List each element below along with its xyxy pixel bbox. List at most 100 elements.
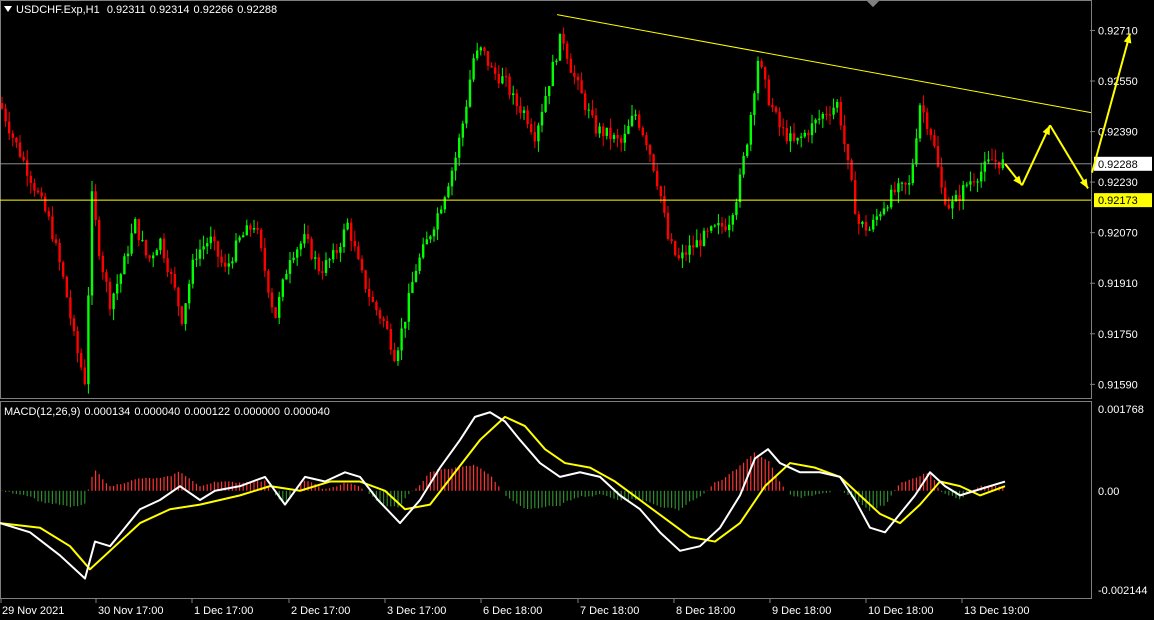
candle-bull	[861, 221, 864, 225]
candle-bull	[90, 191, 94, 296]
chart-canvas[interactable]: 0.927100.925500.923900.922300.920700.919…	[0, 0, 1154, 620]
candle-bull	[623, 133, 626, 143]
candle-bull	[242, 235, 245, 238]
candle-bull	[227, 263, 230, 267]
candle-bull	[695, 240, 698, 248]
candle-bull	[400, 328, 403, 351]
candle-bear	[573, 72, 576, 77]
candle-bear	[648, 145, 652, 155]
time-axis-label-10: 13 Dec 19:00	[964, 605, 1029, 617]
candle-bear	[317, 257, 320, 272]
candle-bull	[544, 95, 547, 112]
candle-bear	[508, 76, 511, 96]
candle-bear	[350, 222, 353, 241]
candle-bear	[353, 240, 356, 247]
candle-bull	[803, 132, 806, 137]
candle-bull	[728, 224, 731, 231]
candle-bull	[522, 110, 526, 113]
time-axis-label-8: 9 Dec 18:00	[772, 605, 831, 617]
candle-bull	[612, 135, 616, 139]
candle-bear	[256, 228, 259, 230]
trend-line[interactable]	[556, 14, 1092, 114]
candle-bear	[846, 143, 850, 161]
candle-bear	[490, 65, 493, 68]
candle-bull	[231, 261, 234, 264]
candle-bull	[627, 125, 630, 134]
candle-bull	[288, 260, 292, 274]
candle-bear	[18, 142, 22, 157]
candle-bull	[422, 244, 425, 258]
candle-bull	[681, 252, 684, 259]
time-axis-label-5: 6 Dec 18:00	[483, 605, 542, 617]
candle-bear	[144, 240, 148, 256]
candle-bear	[108, 281, 112, 310]
candle-bear	[389, 328, 392, 350]
candle-bear	[371, 297, 374, 302]
candle-bull	[717, 222, 720, 226]
candle-bull	[605, 127, 608, 136]
candle-bull	[407, 292, 410, 322]
ohlc-low: 0.92266	[193, 4, 234, 16]
candle-bear	[58, 243, 61, 263]
candle-bear	[80, 353, 83, 368]
candle-bull	[501, 76, 504, 84]
candle-bull	[339, 247, 342, 253]
macd-signal-line	[0, 415, 1006, 571]
candle-bull	[299, 243, 302, 250]
candle-bear	[576, 76, 580, 81]
price-axis-label-5: 0.91910	[1098, 278, 1138, 290]
candle-bull	[87, 295, 90, 385]
candle-bull	[152, 255, 155, 259]
candle-bull	[461, 123, 464, 138]
level-price-label: 0.92173	[1098, 195, 1138, 207]
candle-bull	[749, 114, 752, 145]
ohlc-high: 0.92314	[149, 4, 190, 16]
candle-bear	[933, 135, 936, 147]
candle-bull	[454, 157, 457, 171]
candle-bear	[220, 256, 223, 263]
time-axis-label-1: 30 Nov 17:00	[98, 605, 163, 617]
candle-bull	[731, 215, 734, 225]
candle-bull	[688, 245, 691, 255]
candle-bear	[580, 80, 583, 94]
macd-value-1: 0.000040	[134, 406, 181, 418]
candle-bear	[767, 79, 770, 106]
candle-bear	[69, 297, 72, 319]
candle-bear	[11, 133, 14, 138]
candle-bear	[270, 292, 274, 308]
candle-bull	[886, 207, 889, 209]
candle-bear	[645, 135, 648, 146]
candle-bear	[825, 113, 828, 115]
candle-bull	[425, 239, 428, 245]
candle-bear	[990, 159, 994, 161]
candle-bear	[533, 132, 536, 142]
dropdown-triangle-icon[interactable]	[4, 6, 12, 12]
candle-bull	[328, 259, 331, 261]
candle-bull	[713, 225, 716, 227]
candle-bear	[652, 154, 655, 171]
candle-bull	[346, 222, 349, 230]
candle-bull	[342, 229, 346, 248]
candle-bear	[850, 160, 853, 181]
candle-bull	[195, 258, 198, 260]
candle-bull	[198, 249, 202, 259]
candle-bear	[483, 47, 486, 52]
candle-bull	[962, 185, 965, 202]
candle-bull	[976, 181, 979, 183]
macd-name: MACD(12,26,9)	[4, 406, 81, 418]
candle-bull	[879, 214, 882, 217]
candle-bear	[515, 93, 518, 107]
candle-bull	[130, 233, 133, 254]
candle-bull	[512, 93, 515, 96]
candle-bull	[537, 125, 540, 142]
candle-bull	[296, 249, 299, 258]
candle-bull	[332, 250, 335, 260]
candle-bull	[983, 161, 986, 172]
candle-bull	[821, 113, 824, 119]
candle-bear	[670, 238, 673, 242]
candle-bull	[458, 137, 461, 158]
candle-bull	[314, 257, 317, 259]
candle-bear	[249, 225, 252, 230]
candle-bull	[238, 237, 241, 241]
candle-bear	[893, 189, 896, 193]
